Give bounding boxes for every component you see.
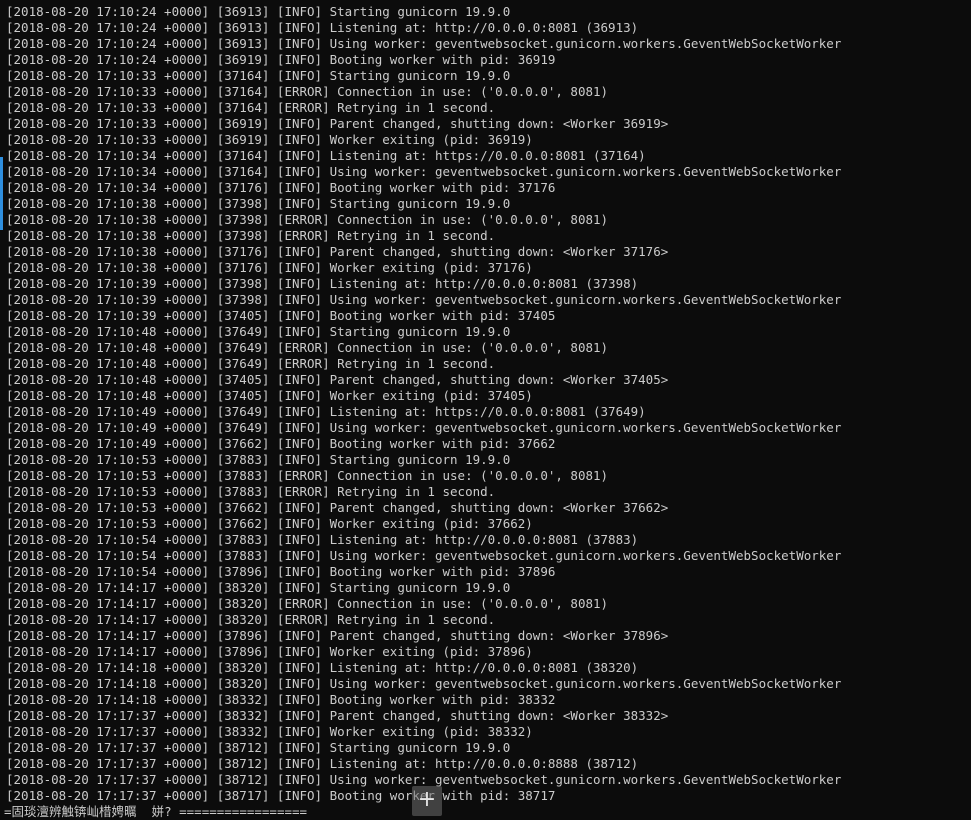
status-line: =固琰澶辨触锛屾棤娉曞 姘? =================: [4, 804, 308, 819]
log-line: [2018-08-20 17:10:34 +0000] [37176] [INF…: [6, 180, 556, 195]
log-line: [2018-08-20 17:10:24 +0000] [36919] [INF…: [6, 52, 556, 67]
plus-icon[interactable]: +: [412, 786, 442, 816]
log-line: [2018-08-20 17:10:39 +0000] [37405] [INF…: [6, 308, 556, 323]
log-line: [2018-08-20 17:10:53 +0000] [37662] [INF…: [6, 500, 669, 515]
log-line: [2018-08-20 17:10:24 +0000] [36913] [INF…: [6, 4, 511, 19]
log-line: [2018-08-20 17:17:37 +0000] [38332] [INF…: [6, 724, 533, 739]
log-line: [2018-08-20 17:10:53 +0000] [37883] [INF…: [6, 452, 511, 467]
log-line: [2018-08-20 17:14:17 +0000] [38320] [ERR…: [6, 612, 496, 627]
log-line: [2018-08-20 17:10:48 +0000] [37649] [INF…: [6, 324, 511, 339]
log-line: [2018-08-20 17:10:34 +0000] [37164] [INF…: [6, 148, 646, 163]
log-line: [2018-08-20 17:10:39 +0000] [37398] [INF…: [6, 276, 639, 291]
log-line: [2018-08-20 17:17:37 +0000] [38712] [INF…: [6, 740, 511, 755]
log-line: [2018-08-20 17:10:33 +0000] [37164] [INF…: [6, 68, 511, 83]
log-output: [2018-08-20 17:10:24 +0000] [36913] [INF…: [6, 4, 841, 804]
log-line: [2018-08-20 17:10:24 +0000] [36913] [INF…: [6, 36, 842, 51]
log-line: [2018-08-20 17:14:18 +0000] [38332] [INF…: [6, 692, 556, 707]
log-line: [2018-08-20 17:10:53 +0000] [37662] [INF…: [6, 516, 533, 531]
log-line: [2018-08-20 17:14:18 +0000] [38320] [INF…: [6, 676, 842, 691]
log-line: [2018-08-20 17:10:33 +0000] [37164] [ERR…: [6, 100, 496, 115]
log-line: [2018-08-20 17:10:53 +0000] [37883] [ERR…: [6, 484, 496, 499]
log-line: [2018-08-20 17:10:38 +0000] [37398] [ERR…: [6, 212, 609, 227]
log-line: [2018-08-20 17:10:33 +0000] [37164] [ERR…: [6, 84, 609, 99]
log-line: [2018-08-20 17:10:49 +0000] [37662] [INF…: [6, 436, 556, 451]
log-line: [2018-08-20 17:10:34 +0000] [37164] [INF…: [6, 164, 842, 179]
log-line: [2018-08-20 17:14:17 +0000] [37896] [INF…: [6, 628, 669, 643]
log-line: [2018-08-20 17:17:37 +0000] [38712] [INF…: [6, 756, 639, 771]
log-line: [2018-08-20 17:10:49 +0000] [37649] [INF…: [6, 404, 646, 419]
log-line: [2018-08-20 17:14:17 +0000] [37896] [INF…: [6, 644, 533, 659]
selection-marker: [0, 157, 3, 230]
log-line: [2018-08-20 17:10:38 +0000] [37176] [INF…: [6, 244, 669, 259]
log-line: [2018-08-20 17:17:37 +0000] [38332] [INF…: [6, 708, 669, 723]
log-line: [2018-08-20 17:10:48 +0000] [37649] [ERR…: [6, 340, 609, 355]
terminal-window[interactable]: [2018-08-20 17:10:24 +0000] [36913] [INF…: [0, 0, 971, 820]
log-line: [2018-08-20 17:10:38 +0000] [37176] [INF…: [6, 260, 533, 275]
log-line: [2018-08-20 17:14:17 +0000] [38320] [INF…: [6, 580, 511, 595]
log-line: [2018-08-20 17:10:33 +0000] [36919] [INF…: [6, 132, 533, 147]
log-line: [2018-08-20 17:10:53 +0000] [37883] [ERR…: [6, 468, 609, 483]
log-line: [2018-08-20 17:10:49 +0000] [37649] [INF…: [6, 420, 842, 435]
log-line: [2018-08-20 17:10:48 +0000] [37649] [ERR…: [6, 356, 496, 371]
log-line: [2018-08-20 17:10:33 +0000] [36919] [INF…: [6, 116, 669, 131]
log-line: [2018-08-20 17:10:48 +0000] [37405] [INF…: [6, 388, 533, 403]
log-line: [2018-08-20 17:10:38 +0000] [37398] [INF…: [6, 196, 511, 211]
log-line: [2018-08-20 17:10:54 +0000] [37883] [INF…: [6, 532, 639, 547]
log-line: [2018-08-20 17:10:48 +0000] [37405] [INF…: [6, 372, 669, 387]
log-line: [2018-08-20 17:10:38 +0000] [37398] [ERR…: [6, 228, 496, 243]
log-line: [2018-08-20 17:10:54 +0000] [37896] [INF…: [6, 564, 556, 579]
log-line: [2018-08-20 17:10:54 +0000] [37883] [INF…: [6, 548, 842, 563]
log-line: [2018-08-20 17:10:24 +0000] [36913] [INF…: [6, 20, 639, 35]
log-line: [2018-08-20 17:10:39 +0000] [37398] [INF…: [6, 292, 842, 307]
log-line: [2018-08-20 17:14:18 +0000] [38320] [INF…: [6, 660, 639, 675]
log-line: [2018-08-20 17:14:17 +0000] [38320] [ERR…: [6, 596, 609, 611]
